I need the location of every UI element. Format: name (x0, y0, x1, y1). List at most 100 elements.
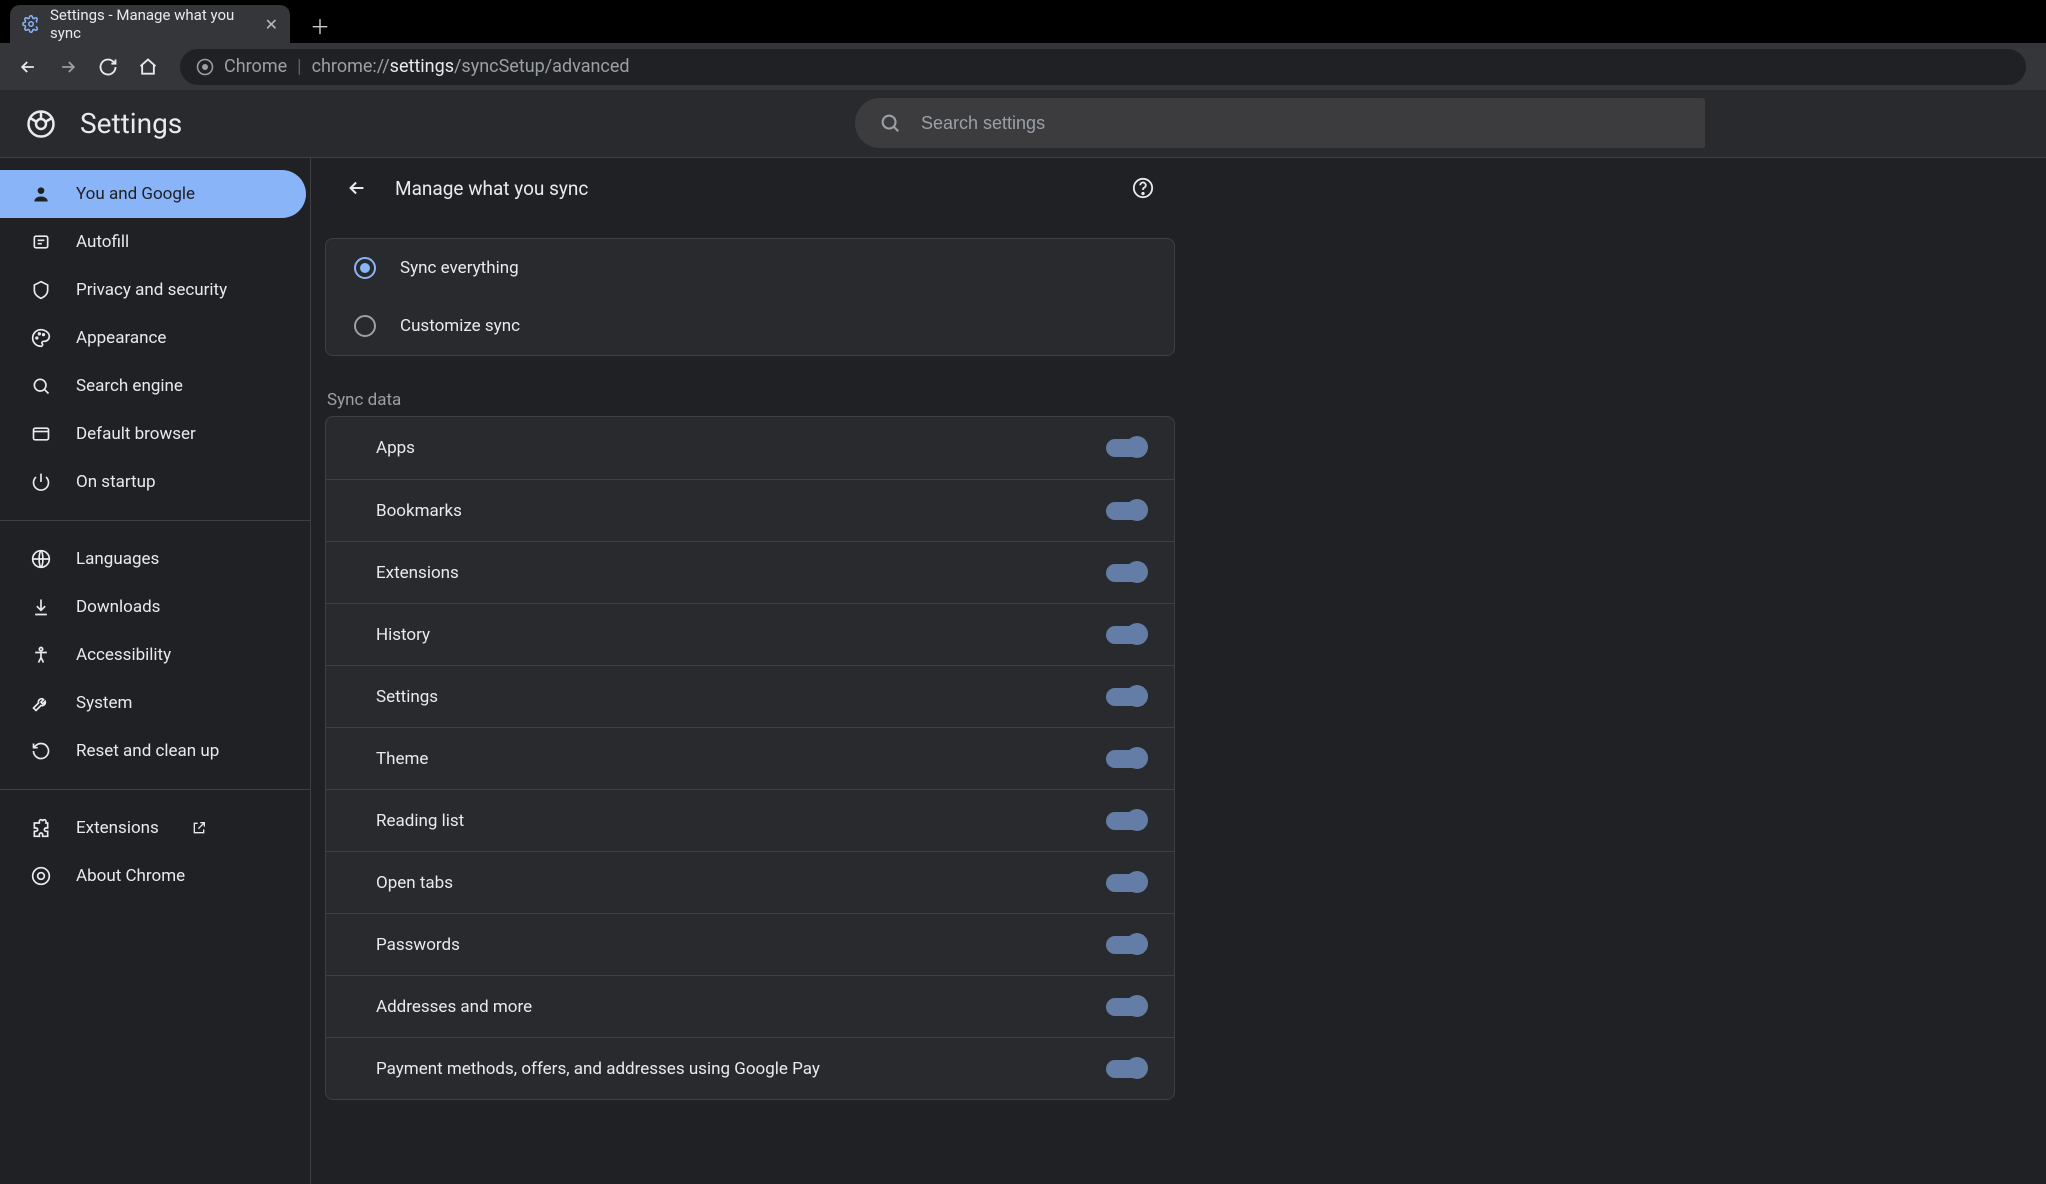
toggle-row: Open tabs (326, 851, 1174, 913)
nav-search-engine[interactable]: Search engine (0, 362, 306, 410)
toggle-row: Payment methods, offers, and addresses u… (326, 1037, 1174, 1099)
toggle-switch[interactable] (1106, 750, 1146, 768)
toggle-label: Theme (376, 749, 1106, 769)
nav-privacy-security[interactable]: Privacy and security (0, 266, 306, 314)
toggle-switch[interactable] (1106, 439, 1146, 457)
palette-icon (30, 327, 52, 349)
toggle-row: Extensions (326, 541, 1174, 603)
omnibox-url: chrome://settings/syncSetup/advanced (312, 56, 630, 77)
toggle-switch[interactable] (1106, 626, 1146, 644)
reload-button[interactable] (90, 49, 126, 85)
nav-default-browser[interactable]: Default browser (0, 410, 306, 458)
omnibox-separator: | (297, 56, 301, 77)
nav-divider (0, 520, 310, 521)
toggle-row: Reading list (326, 789, 1174, 851)
nav-label: Default browser (76, 424, 196, 444)
nav-label: Autofill (76, 232, 129, 252)
puzzle-icon (30, 817, 52, 839)
nav-downloads[interactable]: Downloads (0, 583, 306, 631)
nav-label: Languages (76, 549, 159, 569)
settings-sidebar: You and Google Autofill Privacy and secu… (0, 158, 310, 1184)
nav-you-and-google[interactable]: You and Google (0, 170, 306, 218)
autofill-icon (30, 231, 52, 253)
browser-tab[interactable]: Settings - Manage what you sync ✕ (10, 5, 290, 43)
nav-label: Privacy and security (76, 280, 227, 300)
globe-icon (30, 548, 52, 570)
external-link-icon (191, 820, 207, 836)
accessibility-icon (30, 644, 52, 666)
radio-label: Sync everything (400, 258, 519, 278)
sync-mode-card: Sync everything Customize sync (325, 238, 1175, 356)
chrome-logo-icon (26, 109, 56, 139)
toggle-switch[interactable] (1106, 998, 1146, 1016)
radio-label: Customize sync (400, 316, 520, 336)
omnibox-origin: Chrome (224, 56, 287, 77)
nav-label: Downloads (76, 597, 160, 617)
toggle-row: Apps (326, 417, 1174, 479)
section-sync-data: Sync data (327, 390, 1175, 410)
toggle-row: Bookmarks (326, 479, 1174, 541)
nav-label: Search engine (76, 376, 183, 396)
toggle-switch[interactable] (1106, 502, 1146, 520)
nav-languages[interactable]: Languages (0, 535, 306, 583)
new-tab-button[interactable]: ＋ (305, 10, 335, 40)
toggle-switch[interactable] (1106, 812, 1146, 830)
settings-main[interactable]: Manage what you sync Sync everything Cus… (310, 158, 2046, 1184)
toggle-switch[interactable] (1106, 564, 1146, 582)
nav-reset[interactable]: Reset and clean up (0, 727, 306, 775)
nav-about-chrome[interactable]: About Chrome (0, 852, 306, 900)
forward-button[interactable] (50, 49, 86, 85)
toggle-label: History (376, 625, 1106, 645)
power-icon (30, 471, 52, 493)
app-header: Settings (0, 90, 2046, 158)
help-button[interactable] (1125, 170, 1161, 206)
tab-strip: Settings - Manage what you sync ✕ ＋ (0, 0, 2046, 43)
nav-on-startup[interactable]: On startup (0, 458, 306, 506)
toggle-row: Addresses and more (326, 975, 1174, 1037)
search-icon (30, 375, 52, 397)
toggle-row: Theme (326, 727, 1174, 789)
wrench-icon (30, 692, 52, 714)
nav-appearance[interactable]: Appearance (0, 314, 306, 362)
radio-icon (354, 257, 376, 279)
toggle-label: Payment methods, offers, and addresses u… (376, 1059, 1106, 1079)
radio-customize-sync[interactable]: Customize sync (326, 297, 1174, 355)
omnibox[interactable]: Chrome | chrome://settings/syncSetup/adv… (180, 49, 2026, 85)
home-button[interactable] (130, 49, 166, 85)
nav-system[interactable]: System (0, 679, 306, 727)
nav-label: On startup (76, 472, 156, 492)
toggle-switch[interactable] (1106, 874, 1146, 892)
toggle-label: Addresses and more (376, 997, 1106, 1017)
browser-toolbar: Chrome | chrome://settings/syncSetup/adv… (0, 43, 2046, 90)
radio-icon (354, 315, 376, 337)
search-icon (879, 112, 901, 134)
toggle-switch[interactable] (1106, 688, 1146, 706)
radio-sync-everything[interactable]: Sync everything (326, 239, 1174, 297)
nav-label: Extensions (76, 818, 159, 838)
person-icon (30, 183, 52, 205)
nav-label: Appearance (76, 328, 166, 348)
shield-icon (30, 279, 52, 301)
nav-extensions[interactable]: Extensions (0, 804, 306, 852)
back-arrow-button[interactable] (339, 170, 375, 206)
back-button[interactable] (10, 49, 46, 85)
nav-label: Accessibility (76, 645, 171, 665)
nav-autofill[interactable]: Autofill (0, 218, 306, 266)
toggle-switch[interactable] (1106, 936, 1146, 954)
settings-search[interactable] (855, 98, 1705, 148)
nav-accessibility[interactable]: Accessibility (0, 631, 306, 679)
toggle-label: Bookmarks (376, 501, 1106, 521)
tab-title: Settings - Manage what you sync (50, 6, 255, 42)
toggle-switch[interactable] (1106, 1060, 1146, 1078)
download-icon (30, 596, 52, 618)
sync-data-list: Apps Bookmarks Extensions History Settings Th… (325, 416, 1175, 1100)
nav-label: About Chrome (76, 866, 185, 886)
toggle-label: Open tabs (376, 873, 1106, 893)
site-info-icon[interactable] (196, 58, 214, 76)
nav-label: System (76, 693, 132, 713)
browser-icon (30, 423, 52, 445)
toggle-label: Settings (376, 687, 1106, 707)
nav-label: Reset and clean up (76, 741, 219, 761)
settings-search-input[interactable] (921, 113, 1681, 134)
tab-close-icon[interactable]: ✕ (265, 15, 278, 34)
